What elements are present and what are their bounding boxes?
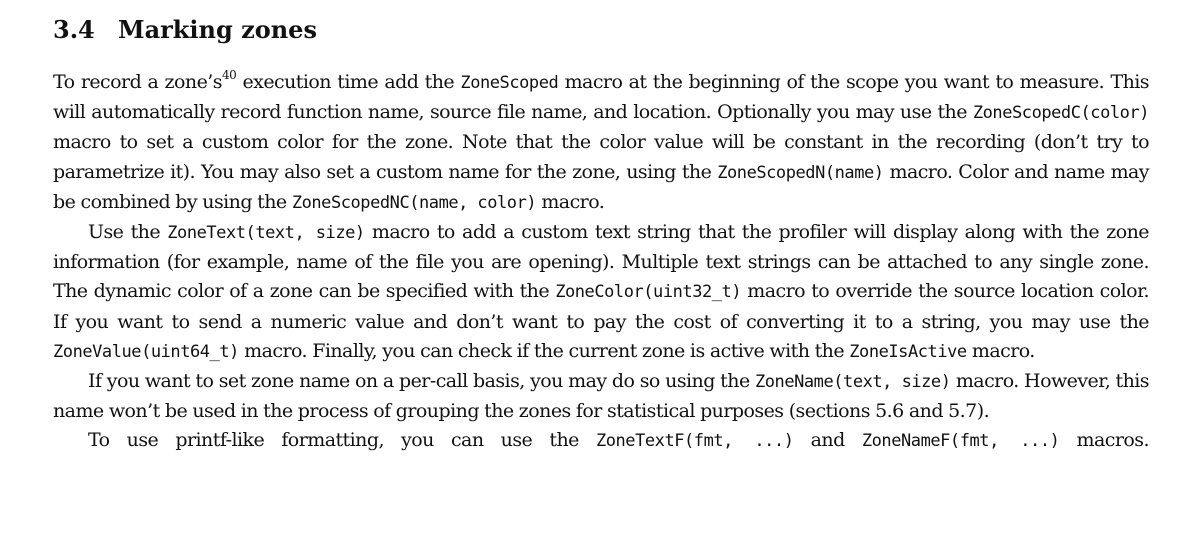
document-page: 3.4 Marking zones To record a zone’s40 ex…: [53, 10, 1150, 457]
code-zone-text: ZoneText(text, size): [167, 223, 365, 244]
code-zone-scoped: ZoneScoped: [460, 73, 559, 93]
code-zone-scoped-c: ZoneScopedC(color): [972, 103, 1150, 124]
code-zone-name: ZoneName(text, size): [754, 372, 951, 393]
code-zone-text-f: ZoneTextF(fmt, ...): [595, 431, 794, 452]
text-run: macro.: [966, 339, 1035, 362]
code-zone-color: ZoneColor(uint32_t): [555, 282, 742, 303]
section-number: 3.4: [53, 15, 95, 44]
text-run: To record a zone’s: [53, 71, 223, 93]
code-zone-name-f: ZoneNameF(fmt, ...): [861, 431, 1060, 452]
text-run: To use printf-like formatting, you can u…: [88, 429, 596, 452]
footnote-marker: 40: [221, 68, 237, 82]
text-run: execution time add the: [236, 71, 461, 93]
text-run: macro.: [536, 190, 605, 213]
code-zone-is-active: ZoneIsActive: [849, 341, 967, 362]
text-run: Use the: [88, 221, 168, 244]
paragraph-zone-text: Use the ZoneText(text, size) macro to ad…: [53, 218, 1150, 367]
code-zone-scoped-n: ZoneScopedN(name): [717, 162, 884, 183]
code-zone-value: ZoneValue(uint64_t): [53, 341, 239, 362]
text-run: macros.: [1059, 429, 1150, 452]
text-run: macro. Finally, you can check if the cur…: [238, 339, 850, 362]
text-run: and: [793, 429, 862, 452]
paragraph-printf-formatting: To use printf-like formatting, you can u…: [53, 426, 1150, 456]
text-run: If you want to set zone name on a per-ca…: [88, 370, 755, 393]
section-title: Marking zones: [118, 15, 317, 44]
code-zone-scoped-nc: ZoneScopedNC(name, color): [291, 192, 537, 213]
section-heading: 3.4 Marking zones: [53, 10, 1149, 50]
paragraph-zone-scoped: To record a zone’s40 execution time add …: [53, 68, 1150, 218]
paragraph-zone-name: If you want to set zone name on a per-ca…: [53, 367, 1150, 426]
